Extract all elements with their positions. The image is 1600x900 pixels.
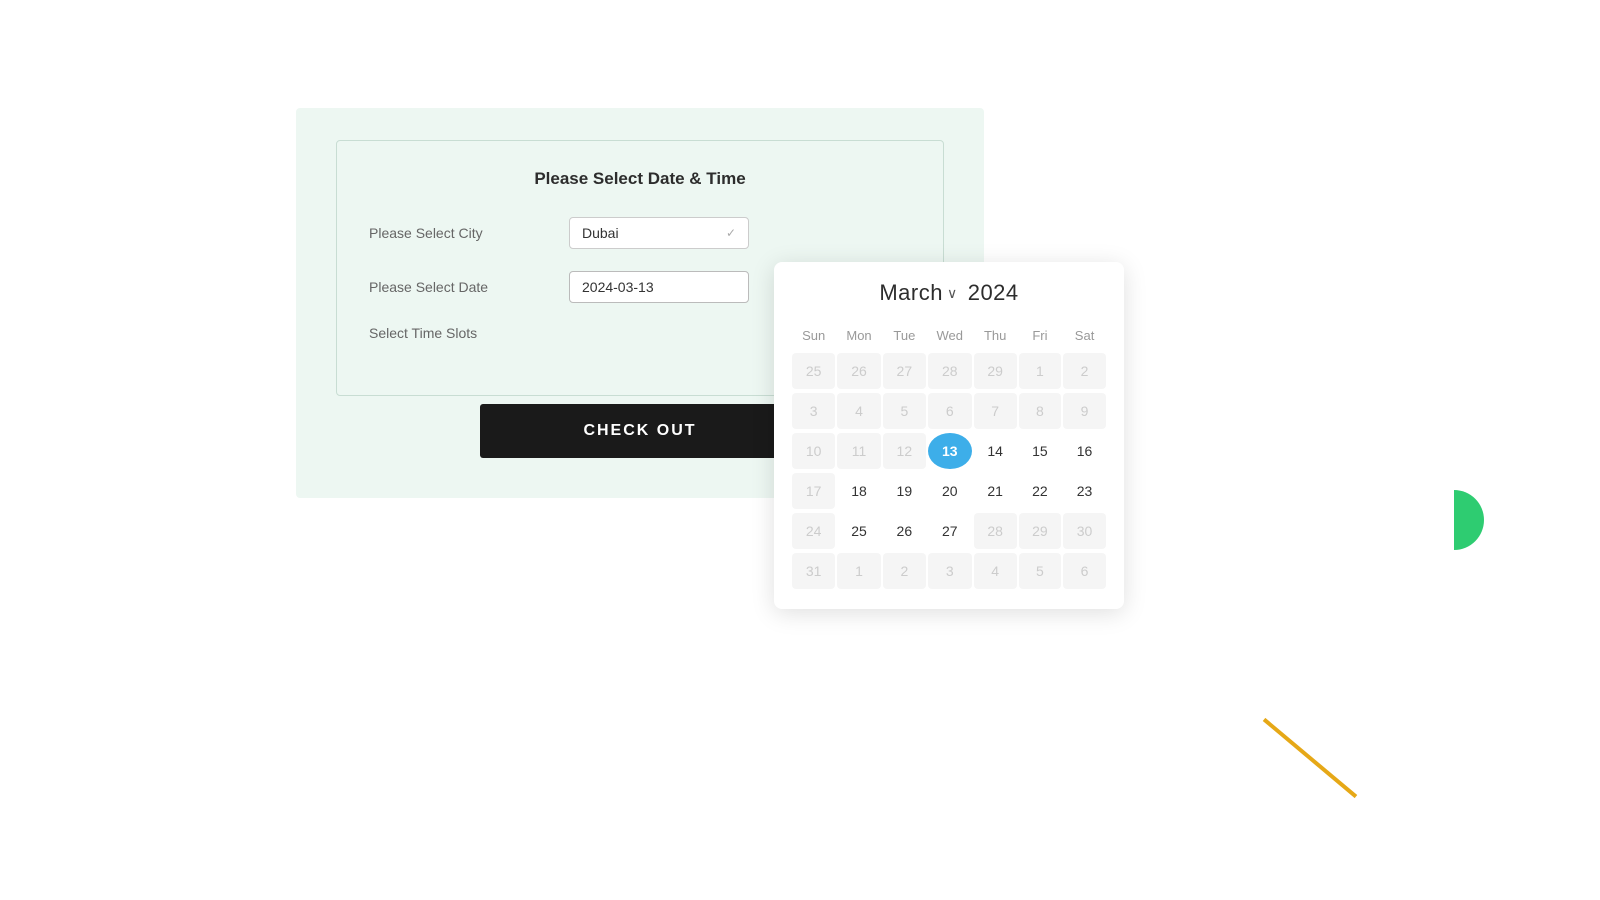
calendar-week-row: 31123456 xyxy=(792,553,1106,589)
calendar-day[interactable]: 14 xyxy=(974,433,1017,469)
calendar-body: 2526272829123456789101112131415161718192… xyxy=(792,353,1106,589)
calendar-week-row: 17181920212223 xyxy=(792,473,1106,509)
calendar-day[interactable]: 13 xyxy=(928,433,972,469)
calendar-day: 1 xyxy=(1019,353,1061,389)
city-label: Please Select City xyxy=(369,225,569,241)
calendar-day: 28 xyxy=(928,353,972,389)
calendar-day: 11 xyxy=(837,433,881,469)
calendar-day: 3 xyxy=(792,393,835,429)
calendar-day: 31 xyxy=(792,553,835,589)
calendar-day: 7 xyxy=(974,393,1017,429)
calendar-day: 30 xyxy=(1063,513,1106,549)
calendar-weekdays: SunMonTueWedThuFriSat xyxy=(792,324,1106,349)
weekday-header: Thu xyxy=(974,324,1017,349)
calendar-day[interactable]: 18 xyxy=(837,473,881,509)
date-label: Please Select Date xyxy=(369,279,569,295)
calendar-day: 26 xyxy=(837,353,881,389)
calendar-day: 4 xyxy=(974,553,1017,589)
city-value: Dubai xyxy=(582,225,619,241)
calendar-day: 29 xyxy=(974,353,1017,389)
calendar-day[interactable]: 25 xyxy=(837,513,881,549)
month-dropdown-arrow[interactable]: ∨ xyxy=(947,285,958,302)
deco-arc xyxy=(1454,490,1484,550)
calendar-day[interactable]: 22 xyxy=(1019,473,1061,509)
weekday-header: Fri xyxy=(1019,324,1061,349)
calendar-week-row: 3456789 xyxy=(792,393,1106,429)
calendar-day: 2 xyxy=(883,553,926,589)
calendar-week-row: 10111213141516 xyxy=(792,433,1106,469)
calendar-day[interactable]: 19 xyxy=(883,473,926,509)
calendar-header: March ∨ 2024 xyxy=(790,280,1108,306)
card-title: Please Select Date & Time xyxy=(369,169,911,189)
calendar-day: 10 xyxy=(792,433,835,469)
calendar-day: 17 xyxy=(792,473,835,509)
calendar-day: 27 xyxy=(883,353,926,389)
weekday-header: Sun xyxy=(792,324,835,349)
checkout-button[interactable]: CHECK OUT xyxy=(480,404,800,458)
calendar-day: 5 xyxy=(1019,553,1061,589)
weekday-header: Wed xyxy=(928,324,972,349)
calendar-day: 4 xyxy=(837,393,881,429)
calendar-day: 28 xyxy=(974,513,1017,549)
chevron-down-icon: ✓ xyxy=(726,226,736,240)
calendar-day: 6 xyxy=(1063,553,1106,589)
calendar-day[interactable]: 21 xyxy=(974,473,1017,509)
calendar-day: 24 xyxy=(792,513,835,549)
time-label: Select Time Slots xyxy=(369,325,569,341)
calendar-day: 9 xyxy=(1063,393,1106,429)
calendar-day: 25 xyxy=(792,353,835,389)
calendar-day: 12 xyxy=(883,433,926,469)
calendar-month: March xyxy=(879,280,943,306)
calendar-popup: March ∨ 2024 SunMonTueWedThuFriSat 25262… xyxy=(774,262,1124,609)
calendar-day: 3 xyxy=(928,553,972,589)
calendar-day[interactable]: 16 xyxy=(1063,433,1106,469)
calendar-week-row: 24252627282930 xyxy=(792,513,1106,549)
calendar-day: 8 xyxy=(1019,393,1061,429)
calendar-day[interactable]: 27 xyxy=(928,513,972,549)
calendar-day: 2 xyxy=(1063,353,1106,389)
calendar-day: 5 xyxy=(883,393,926,429)
calendar-day: 29 xyxy=(1019,513,1061,549)
calendar-day[interactable]: 23 xyxy=(1063,473,1106,509)
calendar-day[interactable]: 20 xyxy=(928,473,972,509)
calendar-day: 1 xyxy=(837,553,881,589)
calendar-day[interactable]: 26 xyxy=(883,513,926,549)
calendar-year: 2024 xyxy=(968,280,1019,306)
city-select[interactable]: Dubai ✓ xyxy=(569,217,749,249)
calendar-day: 6 xyxy=(928,393,972,429)
deco-line xyxy=(1263,718,1357,798)
weekday-header: Tue xyxy=(883,324,926,349)
weekday-header: Sat xyxy=(1063,324,1106,349)
calendar-day[interactable]: 15 xyxy=(1019,433,1061,469)
calendar-week-row: 252627282912 xyxy=(792,353,1106,389)
calendar-grid: SunMonTueWedThuFriSat 252627282912345678… xyxy=(790,320,1108,593)
city-row: Please Select City Dubai ✓ xyxy=(369,217,911,249)
weekday-header: Mon xyxy=(837,324,881,349)
date-input[interactable] xyxy=(569,271,749,303)
